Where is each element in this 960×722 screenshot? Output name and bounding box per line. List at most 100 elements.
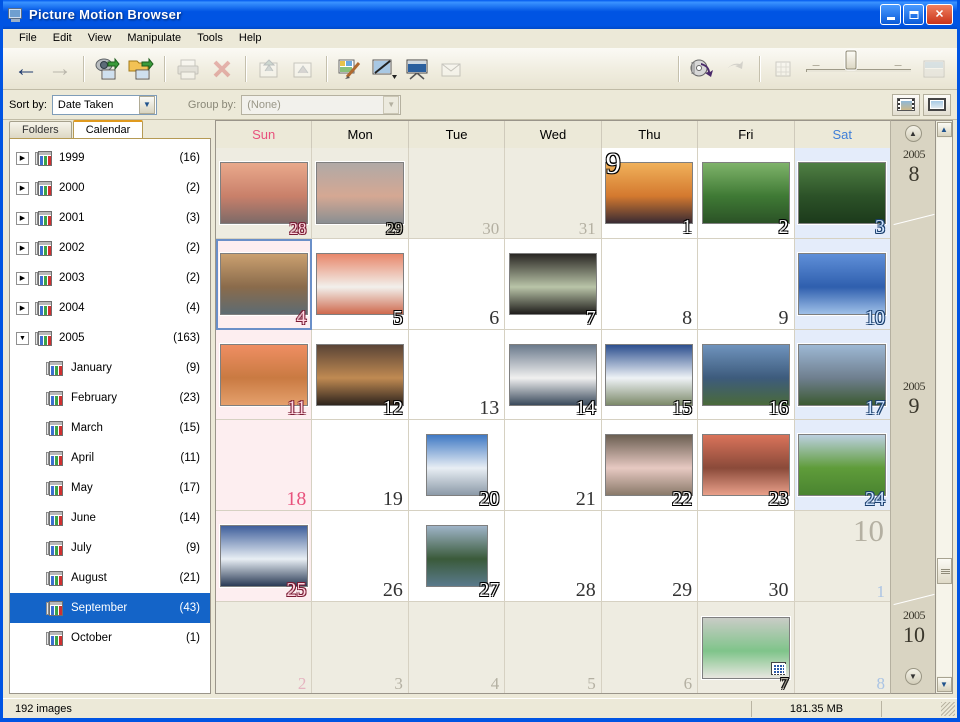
scrollbar-thumb[interactable] — [936, 558, 952, 584]
chevron-down-icon[interactable]: ▼ — [383, 95, 400, 114]
import-from-camera-button[interactable] — [90, 53, 124, 85]
sort-by-select[interactable]: Date Taken ▼ — [51, 94, 157, 115]
photo-thumbnail[interactable] — [701, 616, 790, 679]
tree-node-2003[interactable]: ▶ 2003 (2) — [10, 263, 210, 293]
share-button[interactable] — [719, 53, 753, 85]
tab-folders[interactable]: Folders — [9, 121, 72, 138]
back-button[interactable]: ← — [9, 53, 43, 85]
tree-node-september[interactable]: September (43) — [10, 593, 210, 623]
calendar-day-cell[interactable]: 8 — [601, 238, 699, 330]
calendar-day-cell[interactable]: 20 — [408, 420, 506, 512]
rail-down-button[interactable]: ▼ — [904, 668, 922, 685]
scrollbar-track[interactable] — [936, 138, 952, 676]
photo-thumbnail[interactable] — [508, 343, 597, 406]
menu-view[interactable]: View — [80, 30, 120, 46]
tree-node-2001[interactable]: ▶ 2001 (3) — [10, 203, 210, 233]
expand-icon[interactable]: ▶ — [16, 271, 29, 285]
send-mail-button[interactable] — [435, 53, 469, 85]
calendar-day-cell[interactable]: 29 — [312, 148, 409, 239]
calendar-day-cell[interactable]: 30 — [698, 511, 795, 603]
tree-node-1999[interactable]: ▶ 1999 (16) — [10, 143, 210, 173]
calendar-day-cell[interactable]: 16 — [698, 329, 795, 421]
tree-node-july[interactable]: July (9) — [10, 533, 210, 563]
calendar-day-cell[interactable]: 27 — [408, 511, 506, 603]
tree-node-january[interactable]: January (9) — [10, 353, 210, 383]
menu-manipulate[interactable]: Manipulate — [119, 30, 189, 46]
photo-thumbnail[interactable] — [425, 434, 488, 497]
calendar-day-cell[interactable]: 2 — [216, 602, 313, 693]
zoom-small-button[interactable] — [766, 53, 800, 85]
calendar-day-cell[interactable]: 28 — [216, 148, 313, 239]
calendar-day-cell[interactable]: 23 — [698, 420, 795, 512]
expand-icon[interactable]: ▶ — [16, 211, 29, 225]
rail-segment-aug[interactable]: 2005 8 — [891, 147, 937, 185]
resize-grip[interactable] — [941, 701, 955, 716]
adjust-image-button[interactable] — [367, 53, 401, 85]
calendar-day-cell[interactable]: 4 — [408, 602, 506, 693]
rail-segment-oct[interactable]: 2005 10 — [891, 608, 937, 646]
filmstrip-view-button[interactable] — [892, 93, 920, 116]
calendar-day-cell[interactable]: 24 — [794, 420, 890, 512]
photo-thumbnail[interactable] — [798, 252, 887, 315]
calendar-tree[interactable]: ▶ 1999 (16) ▶ 2000 (2) ▶ 2001 (3) ▶ 2002 (2) ▶ 2003 (2… — [9, 138, 211, 694]
zoom-slider-thumb[interactable] — [845, 50, 857, 69]
calendar-day-cell[interactable]: 8 — [794, 602, 890, 693]
calendar-day-cell[interactable]: 7 — [505, 238, 602, 330]
calendar-day-cell[interactable]: 5 — [505, 602, 602, 693]
export-button[interactable] — [252, 53, 286, 85]
tree-node-october[interactable]: October (1) — [10, 623, 210, 653]
menu-help[interactable]: Help — [231, 30, 270, 46]
minimize-button[interactable] — [880, 4, 901, 25]
tree-node-may[interactable]: May (17) — [10, 473, 210, 503]
edit-image-button[interactable] — [333, 53, 367, 85]
calendar-day-cell[interactable]: 10 1 — [794, 511, 890, 603]
calendar-day-cell[interactable]: 11 — [216, 329, 313, 421]
zoom-large-button[interactable] — [917, 53, 951, 85]
delete-button[interactable] — [205, 53, 239, 85]
tree-node-april[interactable]: April (11) — [10, 443, 210, 473]
photo-thumbnail[interactable] — [219, 343, 308, 406]
scroll-up-button[interactable]: ▲ — [936, 122, 952, 137]
print-button[interactable] — [171, 53, 205, 85]
photo-thumbnail[interactable] — [701, 343, 790, 406]
tree-node-2005[interactable]: ▼ 2005 (163) — [10, 323, 210, 353]
calendar-day-cell[interactable]: 31 — [505, 148, 602, 239]
calendar-day-cell[interactable]: 29 — [601, 511, 699, 603]
burn-disc-button[interactable] — [685, 53, 719, 85]
maximize-button[interactable] — [903, 4, 924, 25]
tree-node-march[interactable]: March (15) — [10, 413, 210, 443]
rail-up-button[interactable]: ▲ — [904, 125, 922, 142]
tree-node-june[interactable]: June (14) — [10, 503, 210, 533]
chevron-down-icon[interactable]: ▼ — [138, 95, 155, 114]
single-view-button[interactable] — [923, 93, 951, 116]
rail-segment-sep[interactable]: 2005 9 — [891, 379, 937, 417]
calendar-day-cell[interactable]: 3 — [794, 148, 890, 239]
calendar-day-cell[interactable]: 15 — [601, 329, 699, 421]
close-button[interactable]: ✕ — [926, 4, 953, 25]
calendar-day-cell[interactable]: 25 — [216, 511, 313, 603]
calendar-day-cell[interactable]: 13 — [408, 329, 506, 421]
expand-icon[interactable]: ▶ — [16, 151, 29, 165]
calendar-day-cell[interactable]: 6 — [408, 238, 506, 330]
calendar-day-cell[interactable]: 18 — [216, 420, 313, 512]
tree-node-february[interactable]: February (23) — [10, 383, 210, 413]
calendar-day-cell[interactable]: 12 — [312, 329, 409, 421]
photo-thumbnail[interactable] — [219, 525, 308, 588]
calendar-day-cell[interactable]: 91 — [601, 148, 699, 239]
calendar-day-cell[interactable]: 9 — [698, 238, 795, 330]
menu-tools[interactable]: Tools — [189, 30, 231, 46]
calendar-day-cell[interactable]: 22 — [601, 420, 699, 512]
photo-thumbnail[interactable] — [219, 252, 308, 315]
calendar-day-cell[interactable]: 26 — [312, 511, 409, 603]
month-rail[interactable]: ▲ 2005 8 2005 9 2005 10 ▼ — [890, 120, 936, 694]
calendar-day-cell[interactable]: 7 — [698, 602, 795, 693]
tree-node-2004[interactable]: ▶ 2004 (4) — [10, 293, 210, 323]
photo-thumbnail[interactable] — [798, 161, 887, 224]
import-from-folder-button[interactable] — [124, 53, 158, 85]
tree-node-2002[interactable]: ▶ 2002 (2) — [10, 233, 210, 263]
expand-icon[interactable]: ▶ — [16, 301, 29, 315]
group-by-select[interactable]: (None) ▼ — [241, 94, 402, 115]
calendar-day-cell[interactable]: 6 — [601, 602, 699, 693]
photo-thumbnail[interactable] — [508, 252, 597, 315]
photo-thumbnail[interactable] — [605, 434, 694, 497]
